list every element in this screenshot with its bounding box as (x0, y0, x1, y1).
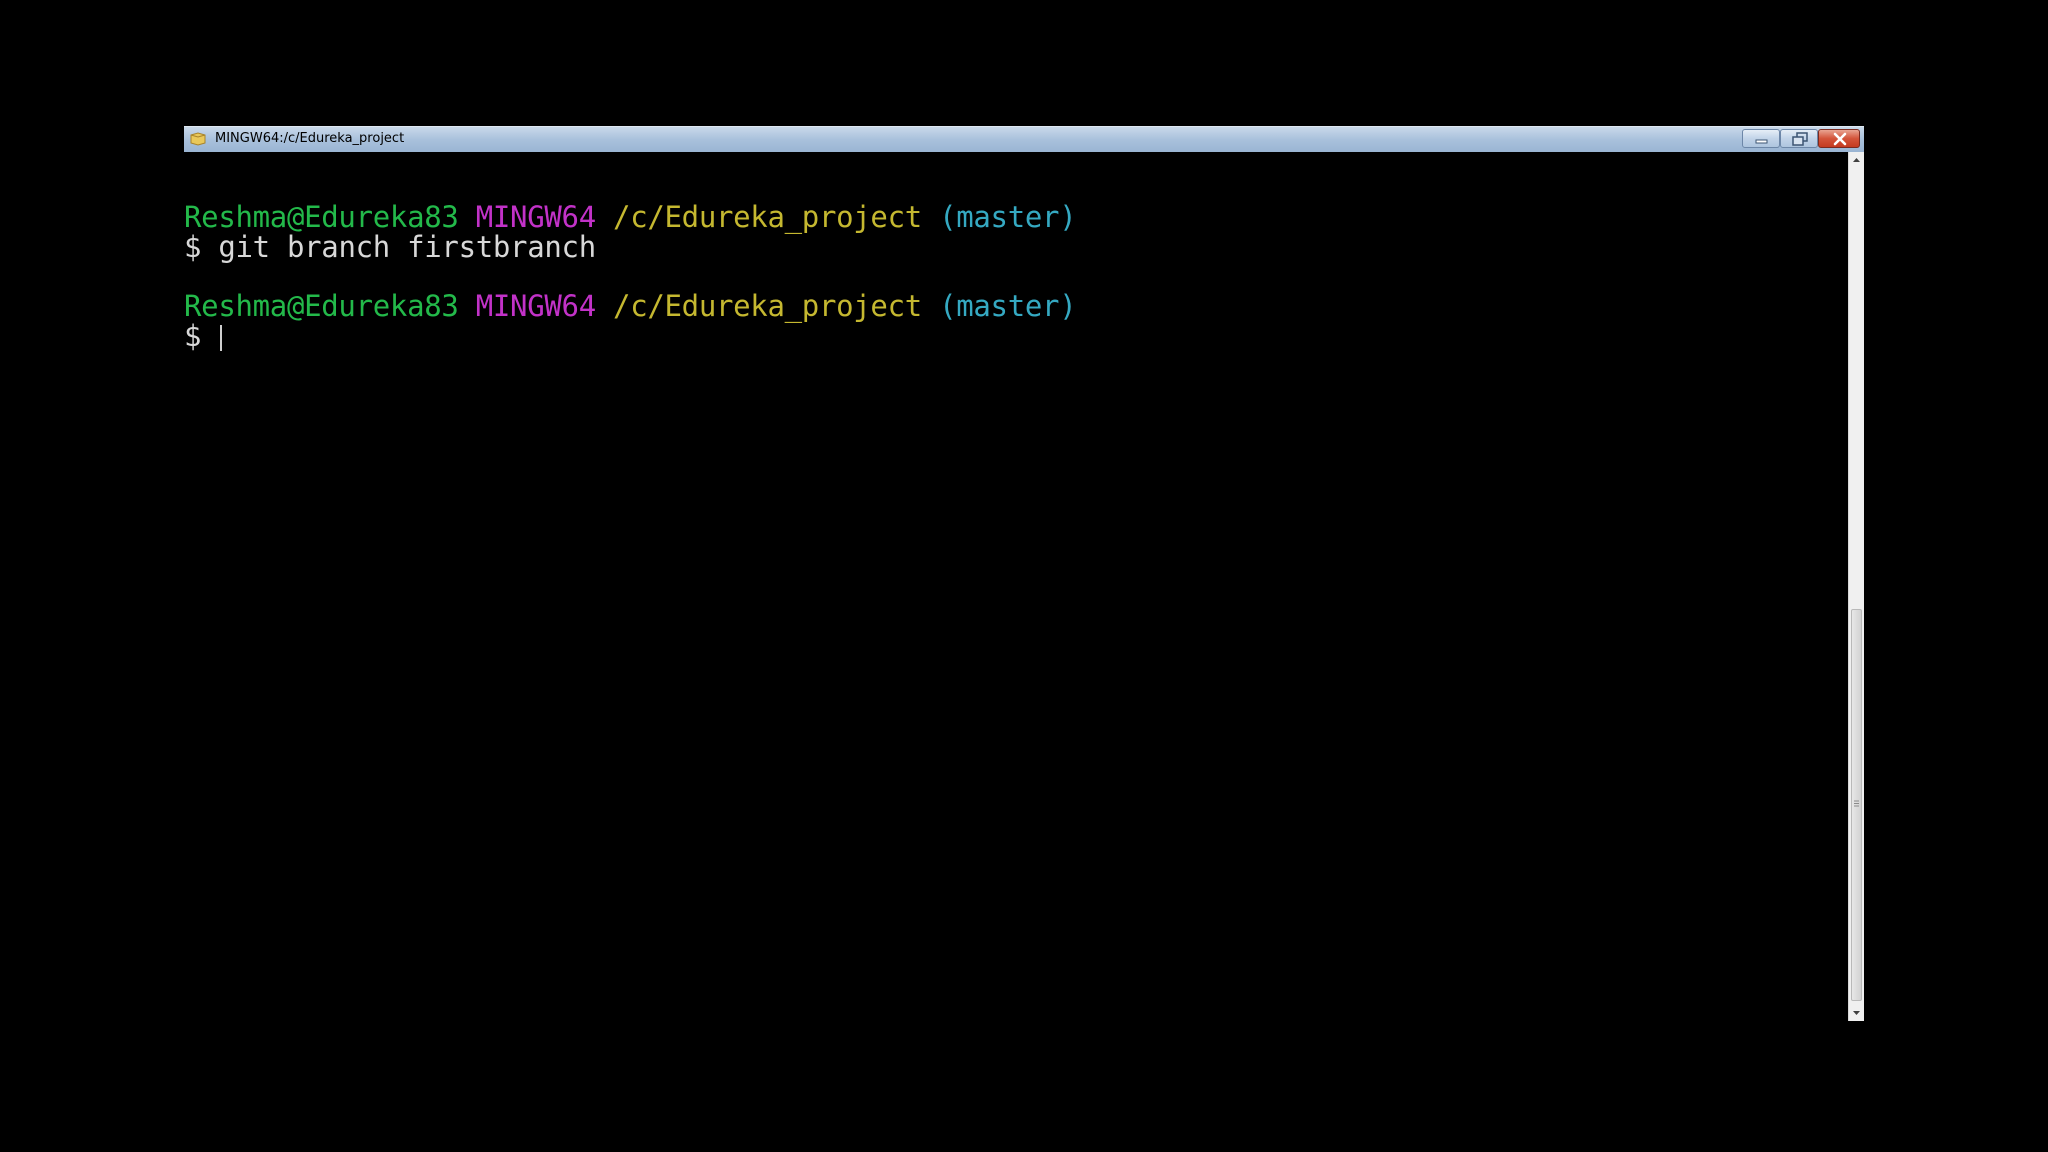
prompt-shell: MINGW64 (475, 200, 596, 234)
restore-button[interactable] (1780, 129, 1818, 148)
vertical-scrollbar[interactable] (1848, 152, 1864, 1021)
prompt-shell: MINGW64 (475, 289, 596, 323)
prompt-line: Reshma@Edureka83 MINGW64 /c/Edureka_proj… (184, 200, 1077, 234)
chevron-down-icon (1853, 1011, 1860, 1015)
text-cursor (220, 325, 223, 351)
input-line[interactable]: $ (184, 319, 223, 353)
prompt-path: /c/Edureka_project (613, 289, 922, 323)
prompt-user-host: Reshma@Edureka83 (184, 200, 459, 234)
prompt-branch: (master) (939, 200, 1077, 234)
prompt-path: /c/Edureka_project (613, 200, 922, 234)
scrollbar-thumb[interactable] (1851, 609, 1862, 1001)
grip-icon (1854, 800, 1859, 807)
minimize-icon (1755, 139, 1768, 144)
terminal-window: MINGW64:/c/Edureka_project Reshma@Edurek… (184, 126, 1864, 1021)
prompt-branch: (master) (939, 289, 1077, 323)
prompt-line: Reshma@Edureka83 MINGW64 /c/Edureka_proj… (184, 289, 1077, 323)
close-button[interactable] (1818, 129, 1860, 148)
scroll-up-button[interactable] (1849, 152, 1864, 168)
terminal-output[interactable]: Reshma@Edureka83 MINGW64 /c/Edureka_proj… (184, 152, 1848, 1021)
prompt-symbol: $ (184, 230, 202, 264)
minimize-button[interactable] (1742, 129, 1780, 148)
command-text: git branch firstbranch (218, 230, 596, 264)
restore-icon (1792, 132, 1808, 146)
title-bar[interactable]: MINGW64:/c/Edureka_project (184, 126, 1864, 152)
prompt-symbol: $ (184, 319, 202, 353)
chevron-up-icon (1853, 158, 1860, 162)
command-line: $ git branch firstbranch (184, 232, 596, 262)
close-icon (1833, 132, 1847, 146)
mingw-terminal-icon (190, 132, 206, 146)
window-title: MINGW64:/c/Edureka_project (215, 131, 405, 146)
prompt-user-host: Reshma@Edureka83 (184, 289, 459, 323)
scroll-down-button[interactable] (1849, 1005, 1864, 1021)
